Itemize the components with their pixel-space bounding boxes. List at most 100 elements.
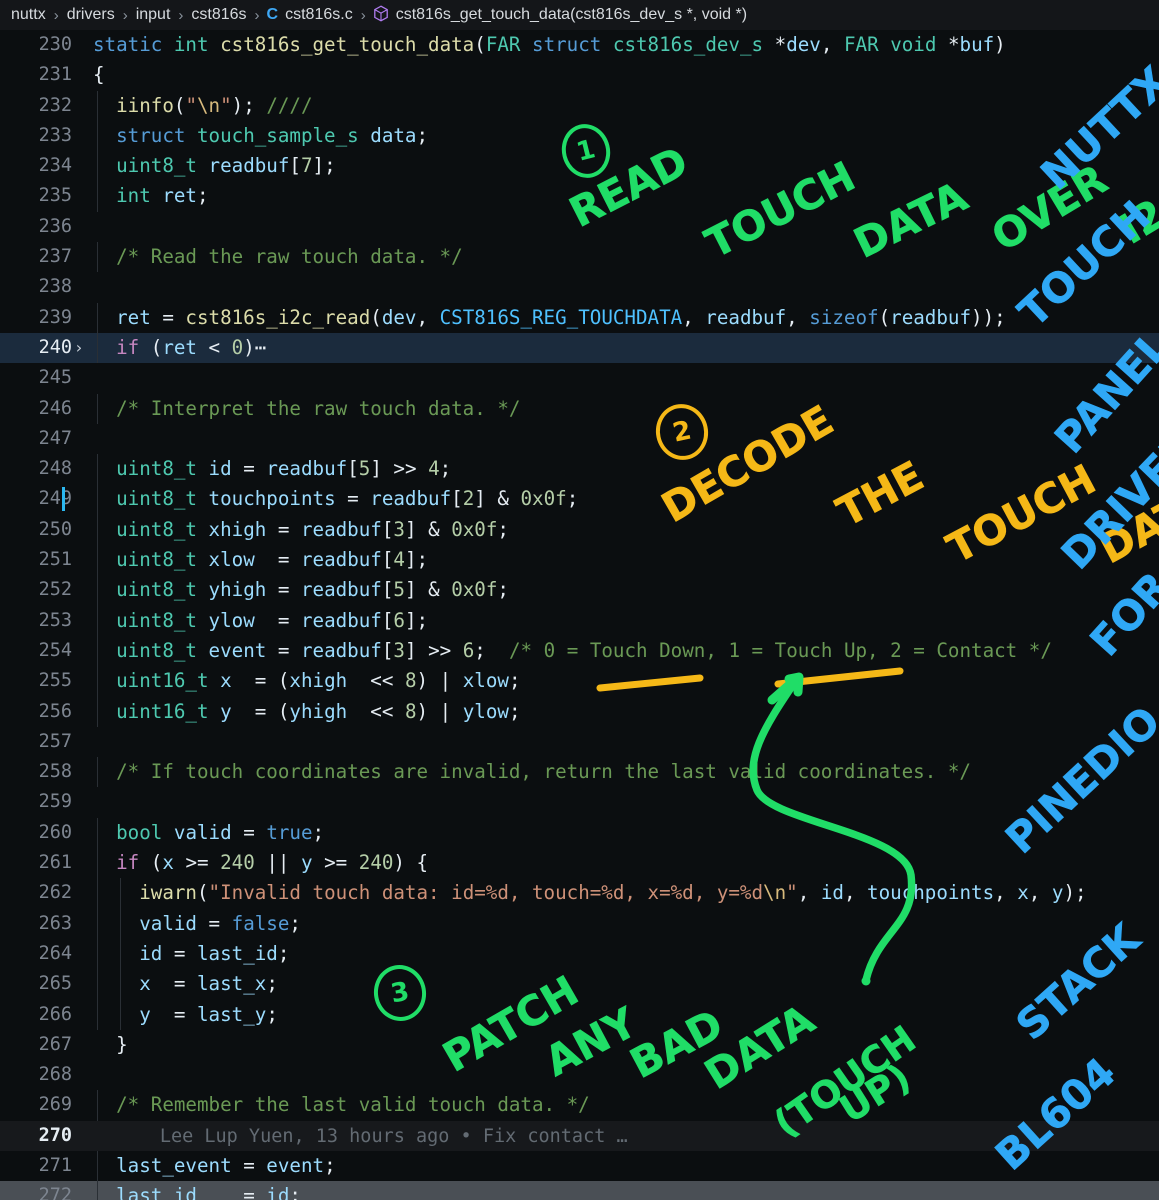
line-number: 268	[38, 1064, 72, 1086]
code-line[interactable]: 247	[0, 424, 1159, 454]
line-number: 266	[38, 1003, 72, 1025]
breadcrumb-separator-icon: ›	[254, 6, 260, 24]
line-number: 240	[38, 336, 72, 358]
code-line[interactable]: 253 uint8_t ylow = readbuf[6];	[0, 605, 1159, 636]
line-number: 239	[38, 306, 72, 328]
line-number: 252	[38, 579, 72, 601]
cursor-line-indicator	[62, 487, 65, 512]
code-line[interactable]: 234 uint8_t readbuf[7];	[0, 151, 1159, 182]
line-number: 234	[38, 155, 72, 177]
code-text: {	[93, 63, 105, 87]
breadcrumb-separator-icon: ›	[178, 6, 184, 24]
code-line[interactable]: 272 last_id = id;	[0, 1181, 1159, 1200]
line-number: 253	[38, 609, 72, 631]
code-line[interactable]: 267 }	[0, 1030, 1159, 1060]
code-line[interactable]: 268	[0, 1060, 1159, 1090]
line-number: 270	[38, 1124, 72, 1146]
code-line[interactable]: 270 Lee Lup Yuen, 13 hours ago • Fix con…	[0, 1120, 1159, 1151]
code-text: uint16_t y = (yhigh << 8) | ylow;	[116, 699, 521, 723]
line-number: 257	[38, 730, 72, 752]
code-line[interactable]: 269 /* Remember the last valid touch dat…	[0, 1090, 1159, 1121]
code-line[interactable]: 265 x = last_x;	[0, 969, 1159, 1000]
code-line[interactable]: 257	[0, 727, 1159, 757]
line-number: 260	[38, 821, 72, 843]
code-line[interactable]: 250 uint8_t xhigh = readbuf[3] & 0x0f;	[0, 514, 1159, 546]
line-number: 237	[38, 246, 72, 268]
breadcrumb-item-drivers[interactable]: drivers	[66, 6, 116, 24]
code-text: iinfo("\n"); ////	[116, 93, 313, 117]
breadcrumb[interactable]: nuttx › drivers › input › cst816s › C cs…	[0, 0, 1159, 30]
code-text: /* Interpret the raw touch data. */	[116, 396, 521, 420]
code-text: uint8_t event = readbuf[3] >> 6; /* 0 = …	[116, 638, 1052, 662]
breadcrumb-item-cst816s[interactable]: cst816s	[190, 6, 247, 24]
code-text: last_id = id;	[116, 1184, 301, 1200]
line-number: 247	[38, 427, 72, 449]
code-text: if (x >= 240 || y >= 240) {	[116, 851, 429, 875]
code-line[interactable]: 240 if (ret < 0)⋯ ›	[0, 332, 1159, 364]
code-text: uint8_t touchpoints = readbuf[2] & 0x0f;	[116, 487, 579, 511]
code-line[interactable]: 252 uint8_t yhigh = readbuf[5] & 0x0f;	[0, 575, 1159, 606]
code-line[interactable]: 266 y = last_y;	[0, 999, 1159, 1030]
code-text: id = last_id;	[139, 941, 290, 965]
line-number: 254	[38, 639, 72, 661]
code-editor[interactable]: 230 static int cst816s_get_touch_data(FAR…	[0, 30, 1159, 1200]
line-number: 250	[38, 518, 72, 540]
code-line[interactable]: 248 uint8_t id = readbuf[5] >> 4;	[0, 454, 1159, 485]
code-text: uint8_t xhigh = readbuf[3] & 0x0f;	[116, 517, 509, 541]
code-text: static int cst816s_get_touch_data(FAR st…	[93, 33, 1006, 56]
breadcrumb-item-nuttx[interactable]: nuttx	[10, 6, 47, 24]
code-line[interactable]: 259	[0, 787, 1159, 817]
code-text: ret = cst816s_i2c_read(dev, CST816S_REG_…	[116, 305, 1006, 329]
breadcrumb-item-symbol[interactable]: cst816s_get_touch_data(cst816s_dev_s *, …	[395, 6, 748, 24]
code-line[interactable]: 239 ret = cst816s_i2c_read(dev, CST816S_…	[0, 302, 1159, 333]
code-line[interactable]: 249 uint8_t touchpoints = readbuf[2] & 0…	[0, 484, 1159, 515]
code-line[interactable]: 245	[0, 363, 1159, 393]
code-line[interactable]: 235 int ret;	[0, 181, 1159, 212]
code-line[interactable]: 251 uint8_t xlow = readbuf[4];	[0, 545, 1159, 576]
code-text: bool valid = true;	[116, 820, 325, 844]
code-line[interactable]: 260 bool valid = true;	[0, 817, 1159, 849]
code-text: x = last_x;	[139, 972, 278, 996]
line-number: 230	[38, 34, 72, 55]
code-line[interactable]: 264 id = last_id;	[0, 938, 1159, 970]
code-line[interactable]: 238	[0, 272, 1159, 302]
code-line[interactable]: 236	[0, 212, 1159, 242]
code-line[interactable]: 230 static int cst816s_get_touch_data(FAR…	[0, 30, 1159, 60]
fold-chevron-icon[interactable]: ›	[74, 333, 92, 363]
code-text: }	[93, 1032, 128, 1056]
code-line[interactable]: 246 /* Interpret the raw touch data. */	[0, 393, 1159, 424]
code-line[interactable]: 256 uint16_t y = (yhigh << 8) | ylow;	[0, 696, 1159, 727]
breadcrumb-item-input[interactable]: input	[135, 6, 172, 24]
function-symbol-icon	[373, 4, 389, 26]
code-text: y = last_y;	[139, 1002, 278, 1026]
line-number: 265	[38, 973, 72, 995]
code-line[interactable]: 254 uint8_t event = readbuf[3] >> 6; /* …	[0, 635, 1159, 667]
code-line[interactable]: 262 iwarn("Invalid touch data: id=%d, to…	[0, 878, 1159, 909]
line-number: 271	[38, 1154, 72, 1176]
code-line[interactable]: 233 struct touch_sample_s data;	[0, 120, 1159, 152]
line-number: 236	[38, 215, 72, 237]
code-line[interactable]: 271 last_event = event;	[0, 1150, 1159, 1182]
line-number: 256	[38, 700, 72, 722]
line-number: 261	[38, 852, 72, 874]
code-line[interactable]: 258 /* If touch coordinates are invalid,…	[0, 757, 1159, 788]
code-text: uint16_t x = (xhigh << 8) | xlow;	[116, 669, 521, 693]
code-line[interactable]: 231 {	[0, 60, 1159, 90]
line-number: 267	[38, 1033, 72, 1055]
breadcrumb-separator-icon: ›	[122, 6, 128, 24]
code-text: iwarn("Invalid touch data: id=%d, touch=…	[139, 881, 1087, 905]
code-line[interactable]: 263 valid = false;	[0, 908, 1159, 939]
code-line[interactable]: 261 if (x >= 240 || y >= 240) {	[0, 848, 1159, 879]
c-file-icon: C	[266, 6, 279, 23]
code-text: Lee Lup Yuen, 13 hours ago • Fix contact…	[93, 1125, 628, 1147]
code-text: uint8_t readbuf[7];	[116, 154, 336, 178]
breadcrumb-item-file[interactable]: cst816s.c	[284, 6, 354, 24]
line-number: 259	[38, 791, 72, 813]
line-number: 248	[38, 458, 72, 480]
code-line[interactable]: 237 /* Read the raw touch data. */	[0, 242, 1159, 273]
line-number: 233	[38, 124, 72, 146]
code-line[interactable]: 255 uint16_t x = (xhigh << 8) | xlow;	[0, 666, 1159, 697]
code-text: last_event = event;	[116, 1153, 336, 1177]
code-text: uint8_t yhigh = readbuf[5] & 0x0f;	[116, 578, 509, 602]
code-line[interactable]: 232 iinfo("\n"); ////	[0, 90, 1159, 121]
